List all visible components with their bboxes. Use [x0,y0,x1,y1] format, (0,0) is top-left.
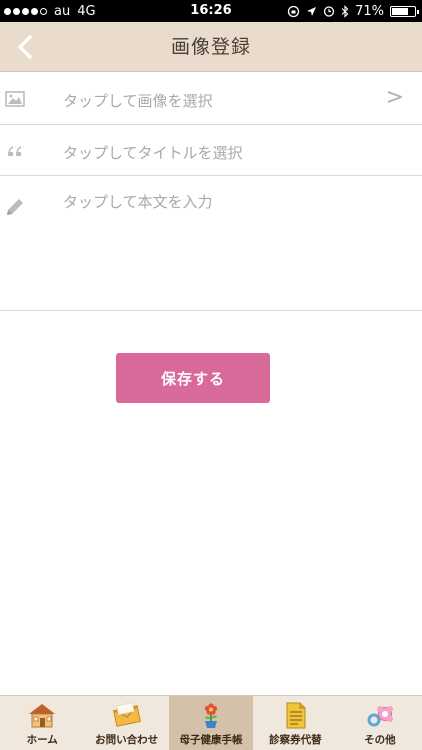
select-image-row[interactable]: タップして画像を選択 > [0,73,422,125]
flower-pot-icon [204,703,218,728]
battery-icon [390,5,419,17]
pencil-icon [4,196,26,218]
chevron-right-icon: > [385,85,404,110]
alarm-icon [323,6,335,17]
battery-percentage: 71% [355,3,384,19]
location-arrow-icon [307,6,317,16]
tab-maternal-handbook[interactable]: 母子健康手帳 [168,696,254,750]
page-title: 画像登録 [170,36,251,58]
tab-label: お問い合わせ [95,734,159,746]
body-input-row[interactable]: タップして本文を入力 [0,177,422,311]
bluetooth-icon [341,4,349,18]
select-title-row[interactable]: タップしてタイトルを選択 [0,126,422,176]
rotation-lock-icon [287,5,300,17]
document-icon [286,702,306,729]
tab-label: その他 [364,734,396,746]
tab-label: 診察券代替 [269,734,322,746]
image-icon [4,88,26,110]
save-button[interactable]: 保存する [116,353,270,403]
select-title-placeholder: タップしてタイトルを選択 [63,144,243,162]
navigation-bar: 画像登録 [0,22,422,72]
house-icon [29,704,56,728]
tab-other[interactable]: その他 [338,696,422,750]
tab-bar: ホーム お問い合わせ 母子健康手帳 診察券代替 その他 [0,695,422,750]
battery-level [392,7,408,15]
tab-home[interactable]: ホーム [0,696,84,750]
status-bar: au 4G 16:26 71% [0,0,422,22]
quote-icon [4,140,26,162]
envelope-icon [112,702,141,727]
status-right: 71% [287,0,419,22]
flower-ring-icon [367,706,393,727]
tab-label: ホーム [26,734,58,746]
body-input-placeholder: タップして本文を入力 [63,193,213,211]
select-image-placeholder: タップして画像を選択 [63,92,213,110]
tab-contact[interactable]: お問い合わせ [84,696,168,750]
tab-label: 母子健康手帳 [179,734,243,746]
tab-patient-card[interactable]: 診察券代替 [253,696,337,750]
